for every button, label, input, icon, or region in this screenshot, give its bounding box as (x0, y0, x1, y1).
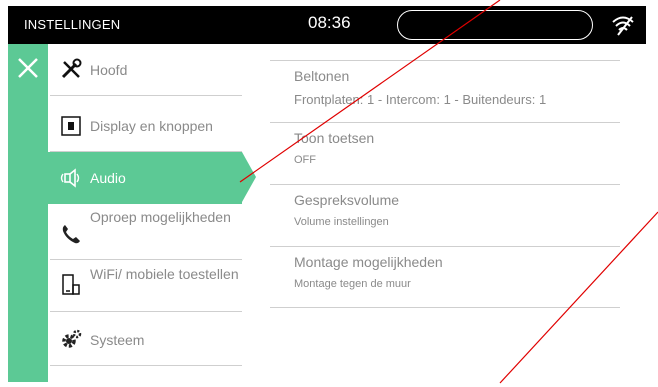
setting-title: Montage mogelijkheden (294, 254, 443, 270)
setting-title: Gespreksvolume (294, 192, 400, 208)
divider (270, 184, 620, 185)
wrench-screwdriver-icon (61, 58, 82, 79)
menu-item-label: Hoofd (90, 62, 128, 78)
menu-item-wifi[interactable]: WiFi/ mobiele toestellen (48, 260, 242, 312)
speaker-icon (60, 168, 80, 188)
side-rail (8, 44, 48, 382)
divider (50, 365, 242, 366)
setting-gespreksvolume[interactable]: Gespreksvolume Volume instellingen (270, 184, 620, 246)
setting-beltonen[interactable]: Beltonen Frontplaten: 1 - Intercom: 1 - … (270, 60, 620, 122)
phone-icon (62, 225, 80, 244)
divider (50, 95, 242, 96)
menu-item-label: Oproep mogelijkheden (90, 209, 231, 225)
setting-value: Frontplaten: 1 - Intercom: 1 - Buitendeu… (294, 92, 547, 107)
menu-item-hoofd[interactable]: Hoofd (48, 44, 242, 96)
menu-item-oproep[interactable]: Oproep mogelijkheden (48, 208, 242, 260)
menu-item-label: Display en knoppen (90, 118, 213, 134)
menu-item-audio[interactable]: Audio (48, 152, 242, 204)
clock: 08:36 (308, 13, 351, 32)
menu-item-label: WiFi/ mobiele toestellen (90, 266, 239, 282)
display-icon (61, 116, 81, 136)
setting-title: Toon toetsen (294, 130, 375, 146)
setting-value: Montage tegen de muur (294, 278, 411, 290)
setting-toon-toetsen[interactable]: Toon toetsen OFF (270, 122, 620, 184)
divider (270, 122, 620, 123)
divider (50, 311, 242, 312)
setting-title: Beltonen (294, 68, 350, 84)
status-pill (397, 10, 593, 40)
settings-screen: Hoofd Display en knoppen Audio Oproep mo… (8, 44, 646, 382)
divider (270, 60, 620, 61)
device-screen: INSTELLINGEN 08:36 Hoofd Display en knop… (8, 6, 646, 382)
active-pointer (242, 152, 256, 202)
setting-value: OFF (294, 154, 316, 166)
divider (270, 246, 620, 247)
setting-montage[interactable]: Montage mogelijkheden Montage tegen de m… (270, 246, 620, 308)
settings-menu: Hoofd Display en knoppen Audio Oproep mo… (48, 44, 256, 382)
page-title: INSTELLINGEN (24, 17, 121, 32)
divider (270, 307, 620, 308)
close-icon[interactable] (16, 56, 40, 80)
gears-icon (62, 329, 82, 348)
mobile-device-icon (62, 274, 80, 295)
menu-item-label: Audio (90, 170, 126, 186)
setting-value: Volume instellingen (294, 216, 389, 228)
menu-item-label: Systeem (90, 332, 145, 348)
menu-item-systeem[interactable]: Systeem (48, 314, 242, 366)
menu-item-display[interactable]: Display en knoppen (48, 100, 242, 152)
wifi-icon (612, 16, 634, 36)
status-bar: INSTELLINGEN 08:36 (8, 6, 646, 44)
